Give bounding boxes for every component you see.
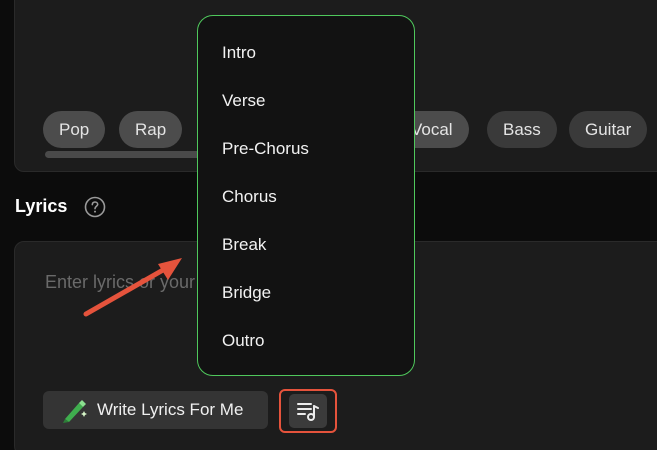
section-menu-button[interactable] (279, 389, 337, 433)
magic-pen-icon (63, 400, 87, 423)
lyrics-title: Lyrics (15, 196, 68, 216)
tag-bass[interactable]: Bass (487, 111, 557, 148)
menu-item-break[interactable]: Break (222, 235, 266, 255)
tags-scrollbar[interactable] (45, 151, 220, 158)
menu-item-bridge[interactable]: Bridge (222, 283, 271, 303)
write-lyrics-button[interactable]: Write Lyrics For Me (43, 391, 268, 429)
question-circle-icon[interactable] (84, 196, 106, 218)
annotation-arrow (83, 258, 182, 317)
menu-item-chorus[interactable]: Chorus (222, 187, 277, 207)
tag-pop[interactable]: Pop (43, 111, 106, 148)
menu-item-intro[interactable]: Intro (222, 43, 256, 63)
menu-item-verse[interactable]: Verse (222, 91, 265, 111)
menu-item-pre-chorus[interactable]: Pre-Chorus (222, 139, 309, 159)
write-lyrics-label: Write Lyrics For Me (97, 400, 244, 419)
menu-item-outro[interactable]: Outro (222, 331, 265, 351)
tag-guitar[interactable]: Guitar (569, 111, 648, 148)
section-dropdown-menu: Intro Verse Pre-Chorus Chorus Break Brid… (197, 15, 415, 376)
music-list-icon (297, 403, 319, 421)
tag-rap[interactable]: Rap (119, 111, 183, 148)
